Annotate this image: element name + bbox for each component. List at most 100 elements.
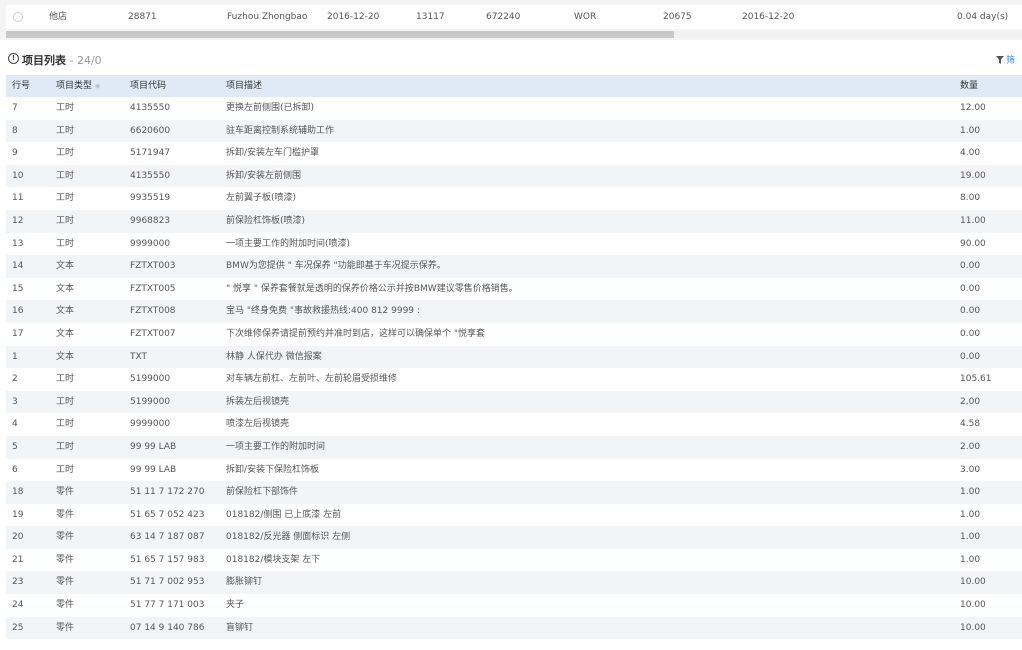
cell-quantity: 2.00 xyxy=(960,441,981,452)
cell-quantity: 19.00 xyxy=(960,170,986,181)
cell-item-type: 文本 xyxy=(56,261,75,272)
cell-item-type: 零件 xyxy=(56,622,75,633)
cell-item-type: 工时 xyxy=(56,441,75,452)
table-row[interactable]: 9 工时 5171947 拆卸/安装左车门槛护罩 4.00 xyxy=(6,142,1022,165)
cell-item-code: 6620600 xyxy=(130,125,171,136)
cell-row-number: 7 xyxy=(12,103,18,113)
section-title-text: 项目列表 xyxy=(22,54,66,67)
cell-quantity: 4.00 xyxy=(960,148,981,159)
table-row[interactable]: 13 工时 9999000 一项主要工作的附加时间(喷漆) 90.00 xyxy=(6,233,1022,256)
cell-item-code: 51 65 7 052 423 xyxy=(130,509,205,520)
cell-item-type: 工时 xyxy=(56,396,75,407)
cell-row-number: 1 xyxy=(12,351,18,362)
cell-item-code: 5171947 xyxy=(130,148,171,159)
cell-quantity: 10.00 xyxy=(960,577,986,588)
cell-row-number: 18 xyxy=(12,487,24,498)
cell-item-description: 一项主要工作的附加时间 xyxy=(226,441,326,452)
sort-icon[interactable]: ◆ xyxy=(95,75,100,97)
cell-item-type: 文本 xyxy=(56,283,75,294)
cell-quantity: 1.00 xyxy=(960,125,981,136)
table-row[interactable]: 2 工时 5199000 对车辆左前杠、左前叶、左前轮眉受损维修 105.61 xyxy=(6,368,1022,391)
table-row[interactable]: 19 零件 51 65 7 052 423 018182/侧围 已上底漆 左前 1.00 xyxy=(6,504,1022,527)
cell-item-type: 零件 xyxy=(56,532,75,543)
cell-quantity: 0.00 xyxy=(960,351,981,362)
cell-item-code: FZTXT003 xyxy=(130,261,176,272)
filter-button[interactable]: 筛 xyxy=(996,53,1015,66)
cell-item-code: 5199000 xyxy=(130,374,171,385)
cell-item-code: FZTXT008 xyxy=(130,306,176,317)
table-row[interactable]: 14 文本 FZTXT003 BMW为您提供 " 车况保养 "功能即基于车况提示保养。… xyxy=(6,255,1022,278)
header-quantity[interactable]: 数量 xyxy=(960,75,1020,97)
cell-item-description: 膨胀铆钉 xyxy=(226,577,263,588)
cell-quantity: 10.00 xyxy=(960,622,986,633)
cell-item-type: 工时 xyxy=(56,103,75,113)
table-row[interactable]: 23 零件 51 71 7 002 953 膨胀铆钉 10.00 xyxy=(6,571,1022,595)
header-item-code[interactable]: 项目代码 xyxy=(130,75,224,97)
cell-quantity: 0.00 xyxy=(960,328,981,339)
summary-cell-dealer: 他店 xyxy=(49,12,68,22)
cell-quantity: 1.00 xyxy=(960,532,981,543)
cell-item-code: 51 71 7 002 953 xyxy=(130,577,205,588)
cell-item-type: 文本 xyxy=(56,351,75,362)
table-row[interactable]: 21 零件 51 65 7 157 983 018182/模块支架 左下 1.00 xyxy=(6,549,1022,572)
table-row[interactable]: 25 零件 07 14 9 140 786 盲铆钉 10.00 xyxy=(6,616,1022,640)
cell-item-code: FZTXT007 xyxy=(130,328,176,339)
cell-item-type: 零件 xyxy=(56,554,75,565)
table-row[interactable]: 15 文本 FZTXT005 " 悦享 " 保养套餐就是透明的保养价格公示并按BMW建… xyxy=(6,278,1022,301)
cell-row-number: 10 xyxy=(12,170,24,181)
cell-item-description: 盲铆钉 xyxy=(226,622,254,633)
table-row[interactable]: 1 文本 TXT 林静 人保代办 微信报案 0.00 xyxy=(6,345,1022,369)
cell-row-number: 23 xyxy=(12,577,24,588)
cell-row-number: 5 xyxy=(12,441,18,452)
cell-quantity: 2.00 xyxy=(960,396,981,407)
cell-item-code: 9999000 xyxy=(130,238,171,249)
table-row[interactable]: 6 工时 99 99 LAB 拆卸/安装下保险杠饰板 3.00 xyxy=(6,459,1022,482)
table-row[interactable]: 10 工时 4135550 拆卸/安装左前侧围 19.00 xyxy=(6,164,1022,188)
horizontal-scrollbar[interactable] xyxy=(6,31,1022,38)
table-row[interactable]: 12 工时 9968823 前保险杠饰板(喷漆) 11.00 xyxy=(6,209,1022,233)
header-row-number[interactable]: 行号 xyxy=(12,75,52,97)
table-row[interactable]: 20 零件 63 14 7 187 087 018182/反光器 侧面标识 左侧 1.0… xyxy=(6,526,1022,549)
section-title-separator: - xyxy=(66,54,77,67)
table-row[interactable]: 3 工时 5199000 拆装左后视镜壳 2.00 xyxy=(6,390,1022,414)
row-radio-button[interactable] xyxy=(13,12,23,22)
table-row[interactable]: 18 零件 51 11 7 172 270 前保险杠下部饰件 1.00 xyxy=(6,481,1022,504)
cell-item-code: 9935519 xyxy=(130,193,171,204)
cell-item-description: 拆卸/安装左车门槛护罩 xyxy=(226,148,320,159)
table-row[interactable]: 8 工时 6620600 驻车距离控制系统辅助工作 1.00 xyxy=(6,119,1022,143)
cell-item-code: 63 14 7 187 087 xyxy=(130,532,205,543)
table-row[interactable]: 5 工时 99 99 LAB 一项主要工作的附加时间 2.00 xyxy=(6,435,1022,459)
table-row[interactable]: 11 工时 9935519 左前翼子板(喷漆) 8.00 xyxy=(6,187,1022,210)
cell-item-description: 驻车距离控制系统辅助工作 xyxy=(226,125,335,136)
cell-quantity: 1.00 xyxy=(960,554,981,565)
cell-item-type: 零件 xyxy=(56,577,75,588)
horizontal-scrollbar-thumb[interactable] xyxy=(6,31,674,38)
cell-item-type: 工时 xyxy=(56,419,75,430)
summary-cell-type: WOR xyxy=(574,12,597,22)
cell-quantity: 3.00 xyxy=(960,464,981,475)
cell-item-code: 9968823 xyxy=(130,215,171,226)
table-row[interactable]: 17 文本 FZTXT007 下次维修保养请提前预约并准时到店，这样可以确保单个 "悦… xyxy=(6,323,1022,346)
summary-cell-company: Fuzhou Zhongbao xyxy=(227,12,308,22)
cell-item-type: 文本 xyxy=(56,306,75,317)
table-row[interactable]: 16 文本 FZTXT008 宝马 "终身免费 "事故救援热线:400 812 999… xyxy=(6,300,1022,323)
header-item-type-label: 项目类型 xyxy=(56,81,93,91)
cell-row-number: 16 xyxy=(12,306,24,317)
cell-item-type: 零件 xyxy=(56,509,75,520)
summary-cell-value-c: 20675 xyxy=(663,12,692,22)
table-row[interactable]: 4 工时 9999000 喷漆左后视镜壳 4.58 xyxy=(6,413,1022,436)
table-body: 7 工时 4135550 更换左前侧围(已拆卸) 12.00 8 工时 6620600 驻车距离… xyxy=(6,97,1022,640)
cell-row-number: 4 xyxy=(12,419,18,430)
cell-row-number: 24 xyxy=(12,600,24,611)
cell-item-type: 工时 xyxy=(56,148,75,159)
table-row[interactable]: 24 零件 51 77 7 171 003 夹子 10.00 xyxy=(6,594,1022,617)
cell-item-code: 51 65 7 157 983 xyxy=(130,554,205,565)
table-row[interactable]: 7 工时 4135550 更换左前侧围(已拆卸) 12.00 xyxy=(6,97,1022,120)
header-item-type[interactable]: 项目类型 ◆ xyxy=(56,75,126,97)
header-item-description[interactable]: 项目描述 xyxy=(226,75,956,97)
summary-row[interactable]: 他店 28871 Fuzhou Zhongbao 2016-12-20 1311… xyxy=(6,5,1022,29)
cell-item-description: " 悦享 " 保养套餐就是透明的保养价格公示并按BMW建议零售价格销售。 xyxy=(226,283,518,294)
cell-quantity: 0.00 xyxy=(960,306,981,317)
cell-item-code: FZTXT005 xyxy=(130,283,176,294)
top-summary-strip: 他店 28871 Fuzhou Zhongbao 2016-12-20 1311… xyxy=(0,0,1022,40)
